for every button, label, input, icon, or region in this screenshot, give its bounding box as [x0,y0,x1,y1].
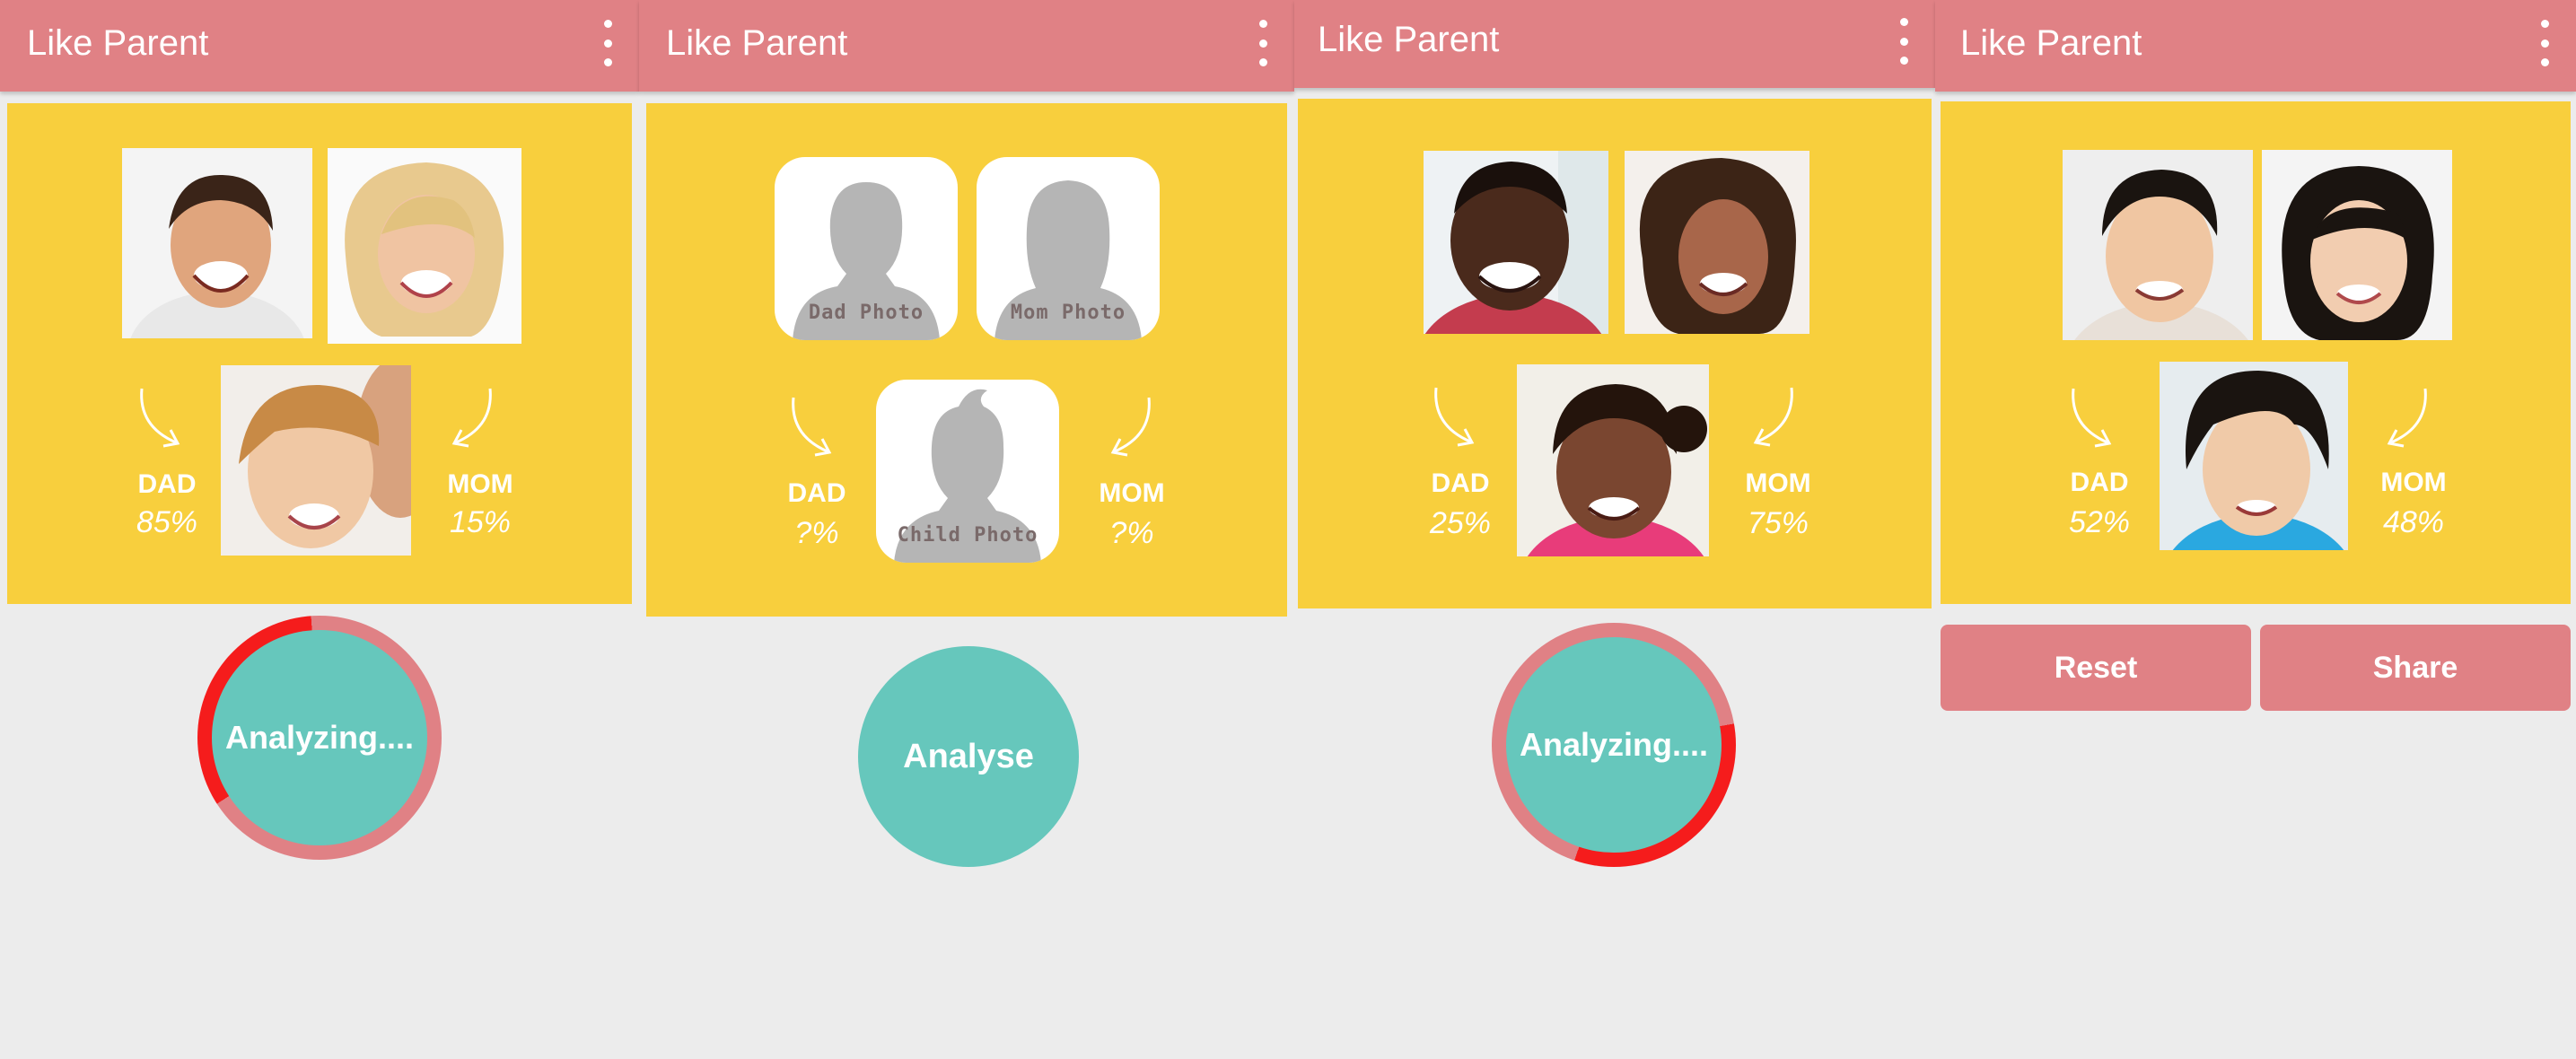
app-title: Like Parent [666,23,848,63]
curved-arrow-left-icon [2387,388,2427,448]
mom-label: MOM [447,469,513,499]
analyzing-button[interactable]: Analyzing.... [212,630,427,845]
mom-percentage: ?% [1109,516,1154,550]
child-photo-placeholder[interactable]: Child Photo [876,380,1059,563]
screen-2: Like Parent Dad Photo Mom Photo Child Ph… [639,0,1294,1059]
dad-photo[interactable] [122,148,312,338]
curved-arrow-right-icon [792,397,832,457]
child-photo[interactable] [1517,364,1709,556]
dad-percentage: 52% [2068,505,2131,539]
child-photo[interactable] [221,365,411,556]
curved-arrow-left-icon [1110,397,1151,457]
app-title: Like Parent [1960,23,2142,63]
mom-label: MOM [1099,478,1165,508]
screen-1: Like Parent DAD 85% MOM 15% Analyzing...… [0,0,639,1059]
curved-arrow-left-icon [1753,387,1793,447]
dad-label: DAD [1431,468,1490,498]
curved-arrow-right-icon [1434,387,1475,447]
dad-label: DAD [2070,468,2129,497]
result-card: DAD 52% MOM 48% [1941,101,2571,604]
overflow-menu-icon[interactable] [1251,20,1275,66]
curved-arrow-right-icon [140,388,180,448]
share-button[interactable]: Share [2260,625,2571,711]
dad-photo[interactable] [2063,150,2253,340]
app-title: Like Parent [27,23,209,63]
dad-label: DAD [137,469,197,499]
mom-percentage: 75% [1747,506,1809,540]
mom-photo-label: Mom Photo [1010,302,1126,324]
overflow-menu-icon[interactable] [596,20,619,66]
mom-label: MOM [1745,468,1811,498]
input-card: Dad Photo Mom Photo Child Photo DAD ?% M… [646,103,1287,617]
screen-4: Like Parent DAD 52% MOM 48% Reset Share [1935,0,2576,1059]
app-bar: Like Parent [1294,0,1935,88]
app-bar: Like Parent [639,0,1294,92]
dad-percentage: ?% [794,516,839,550]
analyzing-button[interactable]: Analyzing.... [1506,637,1722,853]
app-title: Like Parent [1318,20,1500,59]
mom-photo-placeholder[interactable]: Mom Photo [977,157,1160,340]
mom-label: MOM [2380,468,2447,497]
dad-photo-label: Dad Photo [808,302,924,324]
mom-percentage: 48% [2382,505,2445,539]
mom-percentage: 15% [449,505,512,539]
overflow-menu-icon[interactable] [1892,18,1915,65]
curved-arrow-right-icon [2072,388,2112,448]
screen-3: Like Parent DAD 25% MOM 75% Analyzing...… [1294,0,1935,1059]
mom-photo[interactable] [328,148,521,344]
mom-photo[interactable] [1625,151,1809,334]
dad-photo-placeholder[interactable]: Dad Photo [775,157,958,340]
overflow-menu-icon[interactable] [2533,20,2556,66]
app-bar: Like Parent [1935,0,2576,92]
dad-percentage: 85% [136,505,198,539]
child-photo-label: Child Photo [897,524,1038,547]
dad-photo[interactable] [1424,151,1608,334]
analyzing-progress-ring: Analyzing.... [1492,623,1736,867]
result-card: DAD 25% MOM 75% [1298,99,1932,608]
mom-photo[interactable] [2262,150,2452,340]
child-photo[interactable] [2160,362,2348,550]
result-card: DAD 85% MOM 15% [7,103,632,604]
dad-percentage: 25% [1429,506,1492,540]
analyzing-progress-ring: Analyzing.... [197,616,442,860]
dad-label: DAD [787,478,846,508]
app-bar: Like Parent [0,0,639,92]
analyse-button[interactable]: Analyse [858,646,1079,867]
curved-arrow-left-icon [451,388,492,448]
reset-button[interactable]: Reset [1941,625,2251,711]
